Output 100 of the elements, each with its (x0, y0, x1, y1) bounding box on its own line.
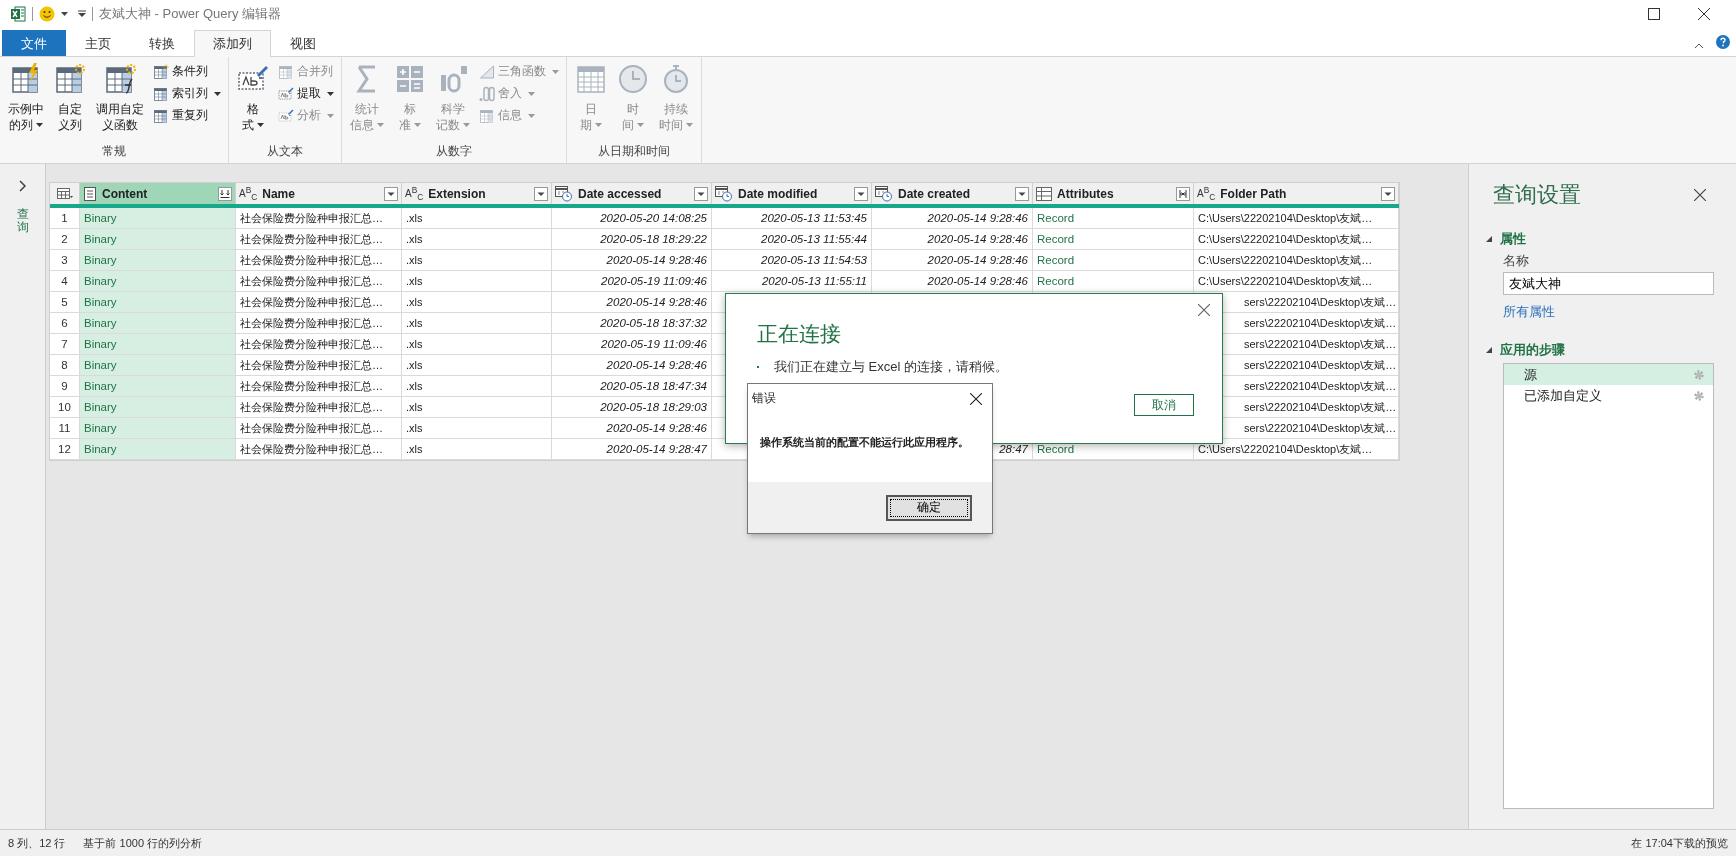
table-cell: Binary (80, 376, 236, 397)
table-cell: .xls (402, 313, 552, 334)
queries-pane-label[interactable]: 查询 (16, 208, 29, 235)
close-icon[interactable] (1698, 7, 1710, 20)
column-header[interactable]: A$^{B}$$_{C}$ Extension (402, 183, 552, 204)
table-cell: Record (1033, 229, 1194, 250)
table-cell: 社会保险费分险种申报汇总… (236, 271, 402, 292)
dialog-title: 错误 (752, 390, 776, 407)
collapse-triangle-icon[interactable] (1486, 347, 1492, 353)
row-number: 6 (50, 313, 80, 334)
table-cell: Binary (80, 208, 236, 229)
calendar-clock-icon (555, 185, 573, 202)
table-star-icon (54, 63, 86, 95)
table-cell: 2020-05-19 11:09:46 (552, 334, 712, 355)
help-icon[interactable] (1716, 35, 1730, 49)
filter-dropdown-icon[interactable] (854, 186, 868, 201)
smiley-icon[interactable] (39, 5, 55, 22)
column-header[interactable]: A$^{B}$$_{C}$ Name (236, 183, 402, 204)
file-tab[interactable]: 文件 (2, 30, 66, 56)
caret-icon[interactable] (61, 11, 68, 16)
filter-dropdown-icon[interactable] (534, 186, 548, 201)
table-cell: 社会保险费分险种申报汇总… (236, 250, 402, 271)
ribbon-button[interactable]: 自定 义列 (50, 61, 90, 143)
status-text: 8 列、12 行 (8, 835, 66, 851)
table-cell: Binary (80, 418, 236, 439)
step-item[interactable]: 源 (1504, 364, 1713, 385)
excel-logo-icon (10, 5, 26, 22)
table-cell: .xls (402, 292, 552, 313)
ribbon-tab[interactable]: 转换 (130, 30, 194, 56)
table-cell: 2020-05-18 18:47:34 (552, 376, 712, 397)
table-cell: Binary (80, 229, 236, 250)
table-menu-button[interactable] (50, 183, 80, 204)
table-type-icon (1036, 186, 1052, 201)
table-cell: 2020-05-13 11:55:44 (712, 229, 872, 250)
ribbon-button[interactable]: 示例中 的列 (4, 61, 48, 143)
row-number: 4 (50, 271, 80, 292)
expand-pane-icon[interactable] (18, 180, 27, 192)
info-grid-icon (479, 107, 495, 124)
table-cell: Binary (80, 313, 236, 334)
ribbon-button[interactable]: 条件列 (150, 61, 224, 82)
cancel-button[interactable]: 取消 (1134, 394, 1194, 416)
table-cell: .xls (402, 418, 552, 439)
table-cell: 社会保险费分险种申报汇总… (236, 229, 402, 250)
maximize-icon[interactable] (1648, 7, 1660, 20)
step-item[interactable]: 已添加自定义 (1504, 385, 1713, 406)
ok-button[interactable]: 确定 (886, 494, 972, 521)
ribbon-button[interactable]: 重复列 (150, 105, 224, 126)
table-cell: 2020-05-14 9:28:46 (872, 250, 1033, 271)
column-header[interactable]: A$^{B}$$_{C}$ Folder Path (1194, 183, 1399, 204)
table-cell: C:\Users\22202104\Desktop\友斌… (1194, 271, 1399, 292)
calculator-icon (394, 63, 426, 95)
column-header[interactable]: Attributes (1033, 183, 1194, 204)
table-cell: Binary (80, 355, 236, 376)
close-icon[interactable] (970, 392, 982, 405)
ribbon-button[interactable]: 调用自定 义函数 (92, 61, 148, 143)
ribbon-button[interactable]: 格 式 (233, 61, 273, 143)
table-cell: 2020-05-14 9:28:46 (552, 292, 712, 313)
table-cell: 2020-05-14 9:28:46 (872, 229, 1033, 250)
triangle-icon (479, 63, 495, 80)
row-number: 5 (50, 292, 80, 313)
calendar-icon (575, 63, 607, 95)
window-title: 友斌大神 - Power Query 编辑器 (99, 4, 282, 23)
combine-files-icon[interactable] (218, 186, 232, 201)
ribbon-tab[interactable]: 视图 (271, 30, 335, 56)
filter-dropdown-icon[interactable] (1381, 186, 1395, 201)
table-cell: Binary (80, 397, 236, 418)
clock-icon (617, 63, 649, 95)
ribbon-tab[interactable]: 添加列 (194, 30, 271, 57)
filter-dropdown-icon[interactable] (694, 186, 708, 201)
expand-columns-icon[interactable] (1176, 186, 1190, 201)
table-cell: .xls (402, 355, 552, 376)
table-cell: 2020-05-14 9:28:47 (552, 439, 712, 460)
column-header[interactable]: Date modified (712, 183, 872, 204)
table-icon (56, 187, 73, 200)
table-cell: 社会保险费分险种申报汇总… (236, 334, 402, 355)
ribbon-button[interactable]: 索引列 (150, 83, 224, 104)
table-cell: 社会保险费分险种申报汇总… (236, 313, 402, 334)
table-cell: .xls (402, 250, 552, 271)
parse-icon (278, 107, 294, 124)
collapse-triangle-icon[interactable] (1486, 236, 1492, 242)
close-icon[interactable] (1694, 189, 1706, 201)
ribbon-tab[interactable]: 主页 (66, 30, 130, 56)
customize-toolbar-icon[interactable] (78, 9, 86, 18)
row-number: 2 (50, 229, 80, 250)
filter-dropdown-icon[interactable] (384, 186, 398, 201)
table-cell: Binary (80, 439, 236, 460)
column-header[interactable]: Content (80, 183, 236, 204)
name-field[interactable]: 友斌大神 (1503, 272, 1714, 295)
column-header[interactable]: Date accessed (552, 183, 712, 204)
filter-dropdown-icon[interactable] (1015, 186, 1029, 201)
calendar-clock-icon (715, 185, 733, 202)
table-cell: 社会保险费分险种申报汇总… (236, 418, 402, 439)
merge-columns-icon (278, 63, 294, 80)
table-cell: Binary (80, 250, 236, 271)
table-cell: C:\Users\22202104\Desktop\友斌… (1194, 208, 1399, 229)
group-label: 从日期和时间 (597, 143, 671, 160)
column-header[interactable]: Date created (872, 183, 1033, 204)
ribbon-button[interactable]: 提取 (275, 83, 337, 104)
collapse-ribbon-icon[interactable] (1694, 43, 1704, 49)
all-properties-link[interactable]: 所有属性 (1503, 303, 1555, 321)
